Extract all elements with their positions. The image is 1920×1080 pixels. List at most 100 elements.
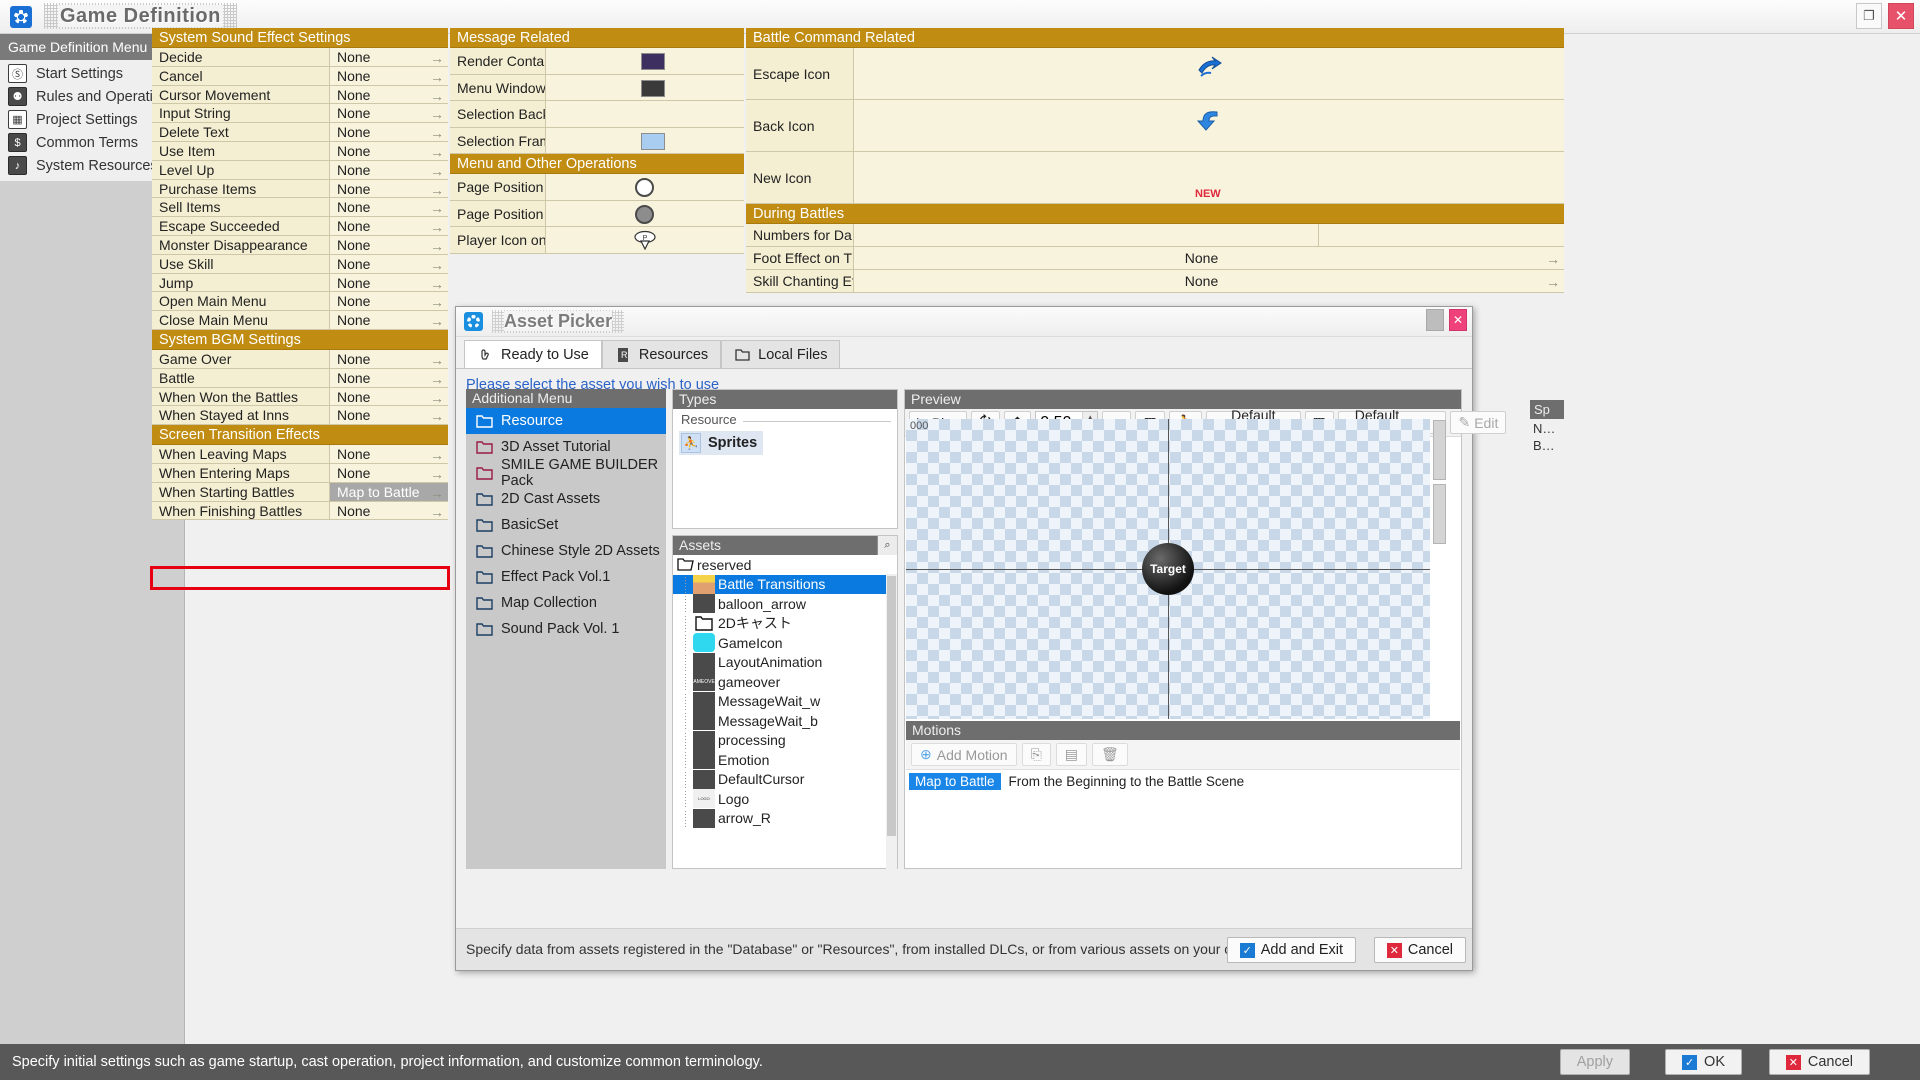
additional-menu-item-effect-pack-vol1[interactable]: Effect Pack Vol.1 — [466, 564, 666, 590]
assets-scrollbar[interactable] — [886, 574, 897, 869]
asset-item-messagewait-b[interactable]: MessageWait_b — [673, 711, 897, 731]
asset-item-layoutanimation[interactable]: LayoutAnimation — [673, 652, 897, 673]
search-icon[interactable]: ⌕ — [877, 536, 897, 555]
row-value[interactable]: None → — [330, 141, 448, 160]
row-value[interactable]: None → — [330, 217, 448, 235]
table-row[interactable]: Numbers for Da… — [746, 224, 1564, 247]
row-value[interactable]: None → — [330, 160, 448, 179]
row-value[interactable]: Map to Battle → — [330, 482, 448, 501]
table-row[interactable]: Decide None → — [152, 48, 448, 67]
table-row[interactable]: Menu Window — [450, 74, 744, 101]
dialog-minimize-button[interactable] — [1426, 309, 1444, 331]
table-row[interactable]: Page Position Cu… — [450, 174, 744, 201]
assets-tree-root[interactable]: reserved — [673, 555, 897, 575]
table-row[interactable]: Purchase Items None → — [152, 179, 448, 199]
side-strip-item[interactable]: B… — [1530, 436, 1564, 453]
table-row[interactable]: Back Icon — [746, 100, 1564, 152]
window-close-button[interactable]: ✕ — [1888, 3, 1914, 29]
table-row[interactable]: Cursor Movement None → — [152, 85, 448, 105]
table-row[interactable]: Input String None → — [152, 104, 448, 124]
table-row[interactable]: Cancel None → — [152, 66, 448, 86]
row-value[interactable] — [854, 100, 1564, 151]
table-row[interactable]: Sell Items None → — [152, 198, 448, 218]
asset-item-logo[interactable]: LOGO Logo — [673, 789, 897, 809]
table-row[interactable]: When Won the Battles None → — [152, 387, 448, 407]
color-swatch[interactable] — [641, 53, 666, 70]
scrollbar-thumb-upper[interactable] — [1433, 420, 1446, 480]
table-row[interactable]: Player Icon on Si… P — [450, 227, 744, 254]
preview-side-scrollbars[interactable] — [1433, 420, 1459, 720]
scrollbar-thumb[interactable] — [887, 576, 896, 836]
cancel-button[interactable]: ✕ Cancel — [1768, 1049, 1870, 1075]
table-row[interactable]: Skill Chanting Eff… None → — [746, 270, 1564, 293]
table-row[interactable]: Level Up None → — [152, 160, 448, 180]
table-row[interactable]: When Leaving Maps None → — [152, 445, 448, 464]
row-value[interactable]: None → — [330, 292, 448, 311]
additional-menu-item-chinese-style-2d-assets[interactable]: Chinese Style 2D Assets — [466, 538, 666, 564]
table-row[interactable]: Escape Icon — [746, 48, 1564, 100]
scrollbar-thumb-lower[interactable] — [1433, 484, 1446, 544]
row-value[interactable]: None → — [330, 445, 448, 463]
ok-button[interactable]: ✓ OK — [1665, 1049, 1742, 1075]
row-value[interactable]: None → — [330, 85, 448, 104]
row-value[interactable]: None → — [330, 368, 448, 387]
type-item-sprites[interactable]: ⛹ Sprites — [679, 431, 764, 455]
row-value[interactable]: None → — [854, 247, 1564, 269]
asset-item-messagewait-w[interactable]: MessageWait_w — [673, 691, 897, 712]
asset-item-battle-transitions[interactable]: Battle Transitions — [673, 574, 897, 594]
asset-item-2d-cast[interactable]: 2Dキャスト — [673, 613, 897, 634]
row-value[interactable]: None → — [330, 463, 448, 482]
table-row[interactable]: Delete Text None → — [152, 123, 448, 142]
table-row[interactable]: Use Item None → — [152, 141, 448, 161]
table-row[interactable]: Close Main Menu None → — [152, 311, 448, 330]
row-value[interactable] — [546, 174, 744, 200]
additional-menu-item-smile-game-builder-pack[interactable]: SMILE GAME BUILDER Pack — [466, 457, 666, 489]
row-value[interactable]: None → — [330, 387, 448, 406]
table-row[interactable]: When Entering Maps None → — [152, 463, 448, 483]
table-row[interactable]: Jump None → — [152, 273, 448, 293]
table-row[interactable]: Selection Backgr… — [450, 101, 744, 128]
additional-menu-item-2d-cast-assets[interactable]: 2D Cast Assets — [466, 486, 666, 512]
table-row[interactable]: Battle None → — [152, 368, 448, 388]
asset-item-arrow-r[interactable]: arrow_R — [673, 808, 897, 829]
table-row[interactable]: Game Over None → — [152, 349, 448, 369]
row-value[interactable]: None → — [854, 270, 1564, 292]
table-row-selected[interactable]: When Starting Battles Map to Battle → — [152, 482, 448, 502]
table-row[interactable]: Foot Effect on T… None → — [746, 247, 1564, 270]
row-value[interactable]: None → — [330, 179, 448, 198]
table-row[interactable]: Use Skill None → — [152, 254, 448, 274]
delete-motion-button[interactable]: 🗑 — [1092, 743, 1128, 766]
additional-menu-item-map-collection[interactable]: Map Collection — [466, 590, 666, 616]
asset-item-balloon-arrow[interactable]: balloon_arrow — [673, 594, 897, 614]
copy-motion-button[interactable]: ⎘ — [1021, 743, 1051, 766]
row-value[interactable]: None → — [330, 48, 448, 66]
asset-item-defaultcursor[interactable]: DefaultCursor — [673, 769, 897, 790]
table-row[interactable]: Escape Succeeded None → — [152, 217, 448, 236]
asset-item-gameicon[interactable]: GameIcon — [673, 633, 897, 653]
paste-motion-button[interactable]: ▤ — [1055, 743, 1087, 766]
row-value[interactable]: None → — [330, 104, 448, 123]
row-value[interactable]: None → — [330, 349, 448, 368]
add-motion-button[interactable]: ⊕ Add Motion — [911, 743, 1017, 766]
apply-button[interactable]: Apply — [1559, 1049, 1630, 1075]
row-value[interactable] — [546, 74, 744, 100]
table-row[interactable]: New Icon NEW — [746, 152, 1564, 204]
table-row[interactable]: Render Contain… — [450, 48, 744, 75]
row-value[interactable]: None → — [330, 235, 448, 254]
asset-item-processing[interactable]: processing — [673, 730, 897, 751]
table-row[interactable]: When Finishing Battles None → — [152, 501, 448, 521]
additional-menu-item-sound-pack-vol1[interactable]: Sound Pack Vol. 1 — [466, 616, 666, 642]
row-value[interactable] — [546, 101, 744, 127]
dialog-cancel-button[interactable]: ✕ Cancel — [1373, 937, 1466, 963]
tab-ready-to-use[interactable]: Ready to Use — [464, 340, 602, 368]
asset-item-gameover[interactable]: GAMEOVER gameover — [673, 672, 897, 692]
additional-menu-item-basicset[interactable]: BasicSet — [466, 512, 666, 538]
side-strip-item[interactable]: N… — [1530, 419, 1564, 436]
row-value[interactable]: None → — [330, 123, 448, 141]
preview-canvas[interactable]: 000 Target — [906, 419, 1430, 719]
row-value[interactable]: None → — [330, 406, 448, 425]
tab-local-files[interactable]: Local Files — [721, 340, 841, 368]
table-row[interactable]: Selection Frame — [450, 127, 744, 154]
row-value[interactable] — [854, 224, 1319, 246]
tab-resources[interactable]: R Resources — [601, 340, 722, 368]
